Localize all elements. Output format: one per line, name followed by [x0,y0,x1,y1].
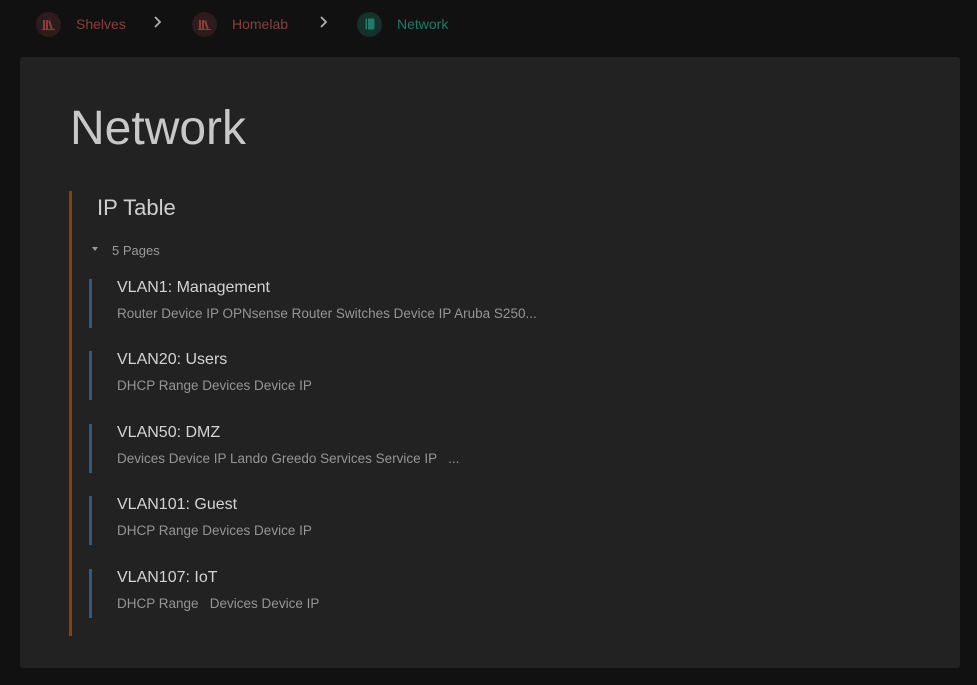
breadcrumb-label: Network [397,16,449,32]
page-item-excerpt: Router Device IP OPNsense Router Switche… [117,306,537,321]
breadcrumb-homelab[interactable]: Homelab [192,11,288,37]
page-item[interactable]: VLAN107: IoT DHCP Range Devices Device I… [89,569,792,618]
page-item-excerpt: DHCP Range Devices Device IP [117,378,312,393]
breadcrumb-shelves[interactable]: Shelves [36,11,126,37]
pages-count: 5 Pages [112,243,160,258]
book-icon [357,11,382,37]
page-item-title: VLAN101: Guest [117,496,238,513]
chevron-right-icon [154,16,162,28]
caret-down-icon [92,246,98,251]
page-title: Network [70,102,247,155]
page-item-excerpt: DHCP Range Devices Device IP [117,596,320,611]
page-item-title: VLAN107: IoT [117,569,218,586]
chapter-title[interactable]: IP Table [97,195,176,221]
page-item[interactable]: VLAN50: DMZ Devices Device IP Lando Gree… [89,424,792,473]
content-card: Network IP Table 5 Pages VLAN1: Manageme… [20,57,960,668]
page-item-excerpt: DHCP Range Devices Device IP [117,523,312,538]
chevron-right-icon [320,16,328,28]
page-item[interactable]: VLAN101: Guest DHCP Range Devices Device… [89,496,792,545]
breadcrumb-network[interactable]: Network [357,11,448,37]
bookshelf-icon [192,11,217,37]
page-item-title: VLAN50: DMZ [117,424,221,441]
page-item-excerpt: Devices Device IP Lando Greedo Services … [117,451,460,466]
breadcrumb: Shelves Homelab Network [0,0,977,50]
pages-toggle[interactable]: 5 Pages [92,243,160,258]
bookshelf-icon [36,11,61,37]
page-item-title: VLAN1: Management [117,279,270,296]
page-item[interactable]: VLAN1: Management Router Device IP OPNse… [89,279,792,328]
page-item-title: VLAN20: Users [117,351,228,368]
breadcrumb-label: Homelab [232,16,289,32]
page-item[interactable]: VLAN20: Users DHCP Range Devices Device … [89,351,792,400]
breadcrumb-label: Shelves [76,16,126,32]
chapter-ip-table: IP Table 5 Pages VLAN1: Management Route… [69,191,932,636]
